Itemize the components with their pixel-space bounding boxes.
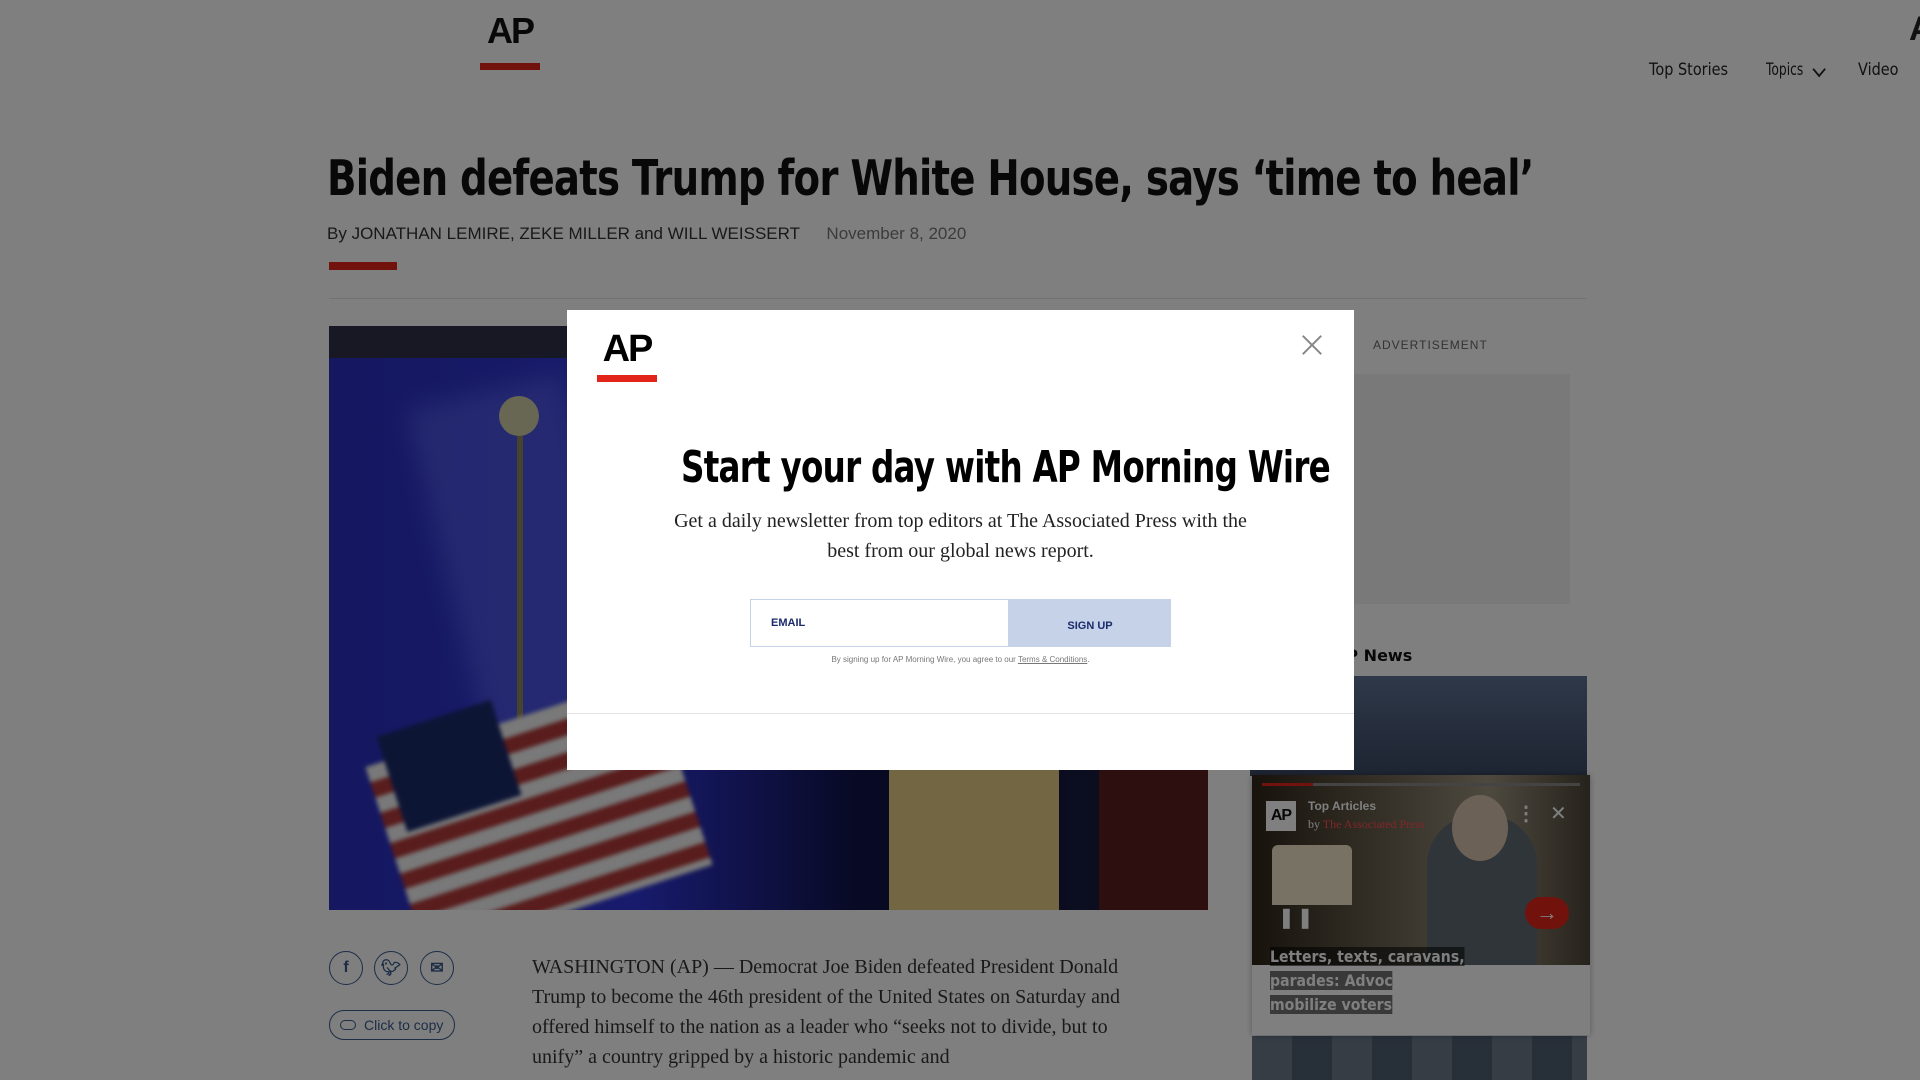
modal-divider <box>567 713 1354 714</box>
newsletter-modal: AP Start your day with AP Morning Wire G… <box>567 310 1354 770</box>
sign-up-button[interactable]: SIGN UP <box>1009 599 1171 647</box>
email-field[interactable] <box>750 599 1009 647</box>
terms-suffix: . <box>1087 655 1090 664</box>
terms-notice: By signing up for AP Morning Wire, you a… <box>567 655 1354 664</box>
close-icon[interactable] <box>1301 334 1323 356</box>
modal-ap-logo-underline <box>597 375 657 382</box>
modal-title-text: Start your day with AP Morning Wire <box>681 442 1331 493</box>
modal-ap-logo: AP <box>597 328 657 382</box>
signup-form: SIGN UP <box>750 599 1171 647</box>
modal-title: Start your day with AP Morning Wire <box>567 442 1354 493</box>
modal-description: Get a daily newsletter from top editors … <box>674 510 1247 562</box>
terms-link[interactable]: Terms & Conditions <box>1018 655 1087 664</box>
terms-prefix: By signing up for AP Morning Wire, you a… <box>831 655 1018 664</box>
modal-ap-logo-text: AP <box>602 328 654 370</box>
